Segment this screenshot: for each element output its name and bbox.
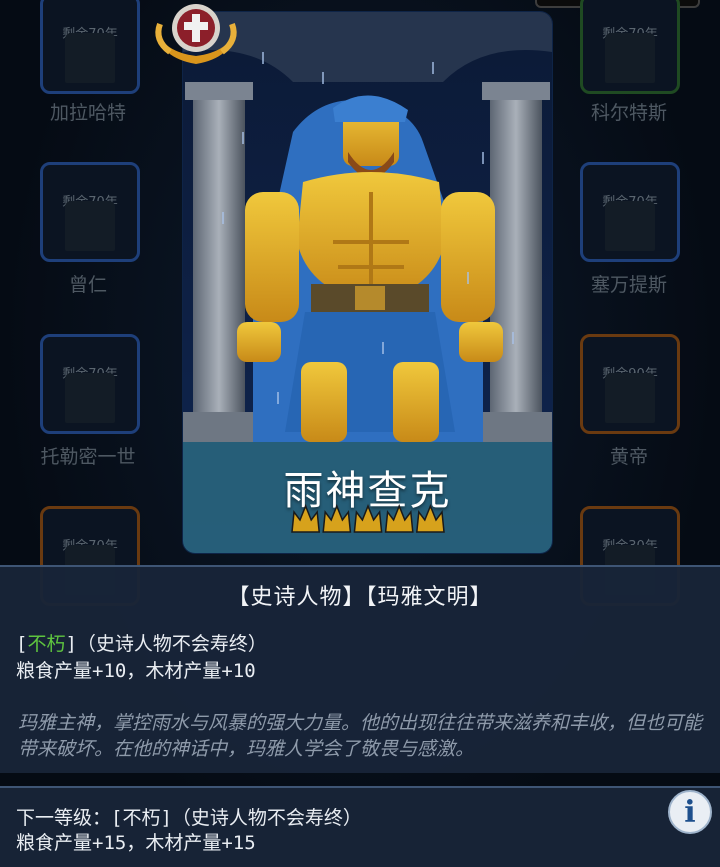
crown-icon: [353, 503, 383, 533]
trait-bracket-open: [: [16, 633, 28, 655]
character-tags: 【史诗人物】【玛雅文明】: [227, 585, 493, 610]
trait-effect: [不朽]（史诗人物不会寿终） 粮食产量+10，木材产量+10: [16, 631, 267, 685]
bg-character-name: 塞万提斯: [590, 274, 667, 296]
cross-laurel-emblem-icon: [155, 4, 237, 64]
bg-character-card[interactable]: 剩余70年: [580, 162, 680, 262]
trait-detail: ]（史诗人物不会寿终）: [65, 633, 267, 655]
character-portrait: [65, 373, 115, 423]
trait-line: [不朽]（史诗人物不会寿终）: [16, 631, 267, 658]
bg-character-card[interactable]: 剩余70年: [40, 162, 140, 262]
crown-icon: [415, 503, 445, 533]
bg-character-name: 托勒密一世: [40, 446, 136, 468]
character-info-panel: 【史诗人物】【玛雅文明】 [不朽]（史诗人物不会寿终） 粮食产量+10，木材产量…: [0, 565, 720, 773]
crown-icon: [322, 503, 352, 533]
bg-character-name: 黄帝: [609, 446, 648, 468]
crown-icon: [384, 503, 414, 533]
character-card[interactable]: 雨神查克: [183, 12, 552, 553]
crown-icon: [291, 503, 321, 533]
trait-name: 不朽: [27, 633, 66, 655]
next-level-panel: 下一等级：[不朽]（史诗人物不会寿终） 粮食产量+15，木材产量+15: [0, 786, 720, 867]
bg-character-card[interactable]: 剩余90年: [580, 334, 680, 434]
character-portrait: [605, 33, 655, 83]
character-portrait: [65, 33, 115, 83]
bg-character-name: 曾仁: [68, 274, 107, 296]
next-level-bonus: 粮食产量+15，木材产量+15: [16, 832, 256, 854]
info-icon: i: [684, 794, 696, 830]
bg-character-card[interactable]: 剩余70年: [40, 0, 140, 94]
bg-character-card[interactable]: 剩余70年: [40, 334, 140, 434]
bg-character-name: 加拉哈特: [49, 102, 126, 124]
production-bonus: 粮食产量+10，木材产量+10: [16, 660, 256, 682]
info-button[interactable]: i: [668, 790, 712, 834]
character-portrait: [65, 201, 115, 251]
character-description: 玛雅主神，掌控雨水与风暴的强大力量。他的出现往往带来滋养和丰收，但也可能带来破坏…: [18, 712, 703, 760]
character-portrait: [605, 201, 655, 251]
character-portrait: [605, 373, 655, 423]
bg-character-card[interactable]: 剩余70年: [580, 0, 680, 94]
next-level-trait: 下一等级：[不朽]（史诗人物不会寿终）: [16, 807, 362, 829]
bg-character-name: 科尔特斯: [590, 102, 667, 124]
next-level-text: 下一等级：[不朽]（史诗人物不会寿终） 粮食产量+15，木材产量+15: [16, 806, 362, 856]
star-rating-crowns: [291, 503, 445, 533]
